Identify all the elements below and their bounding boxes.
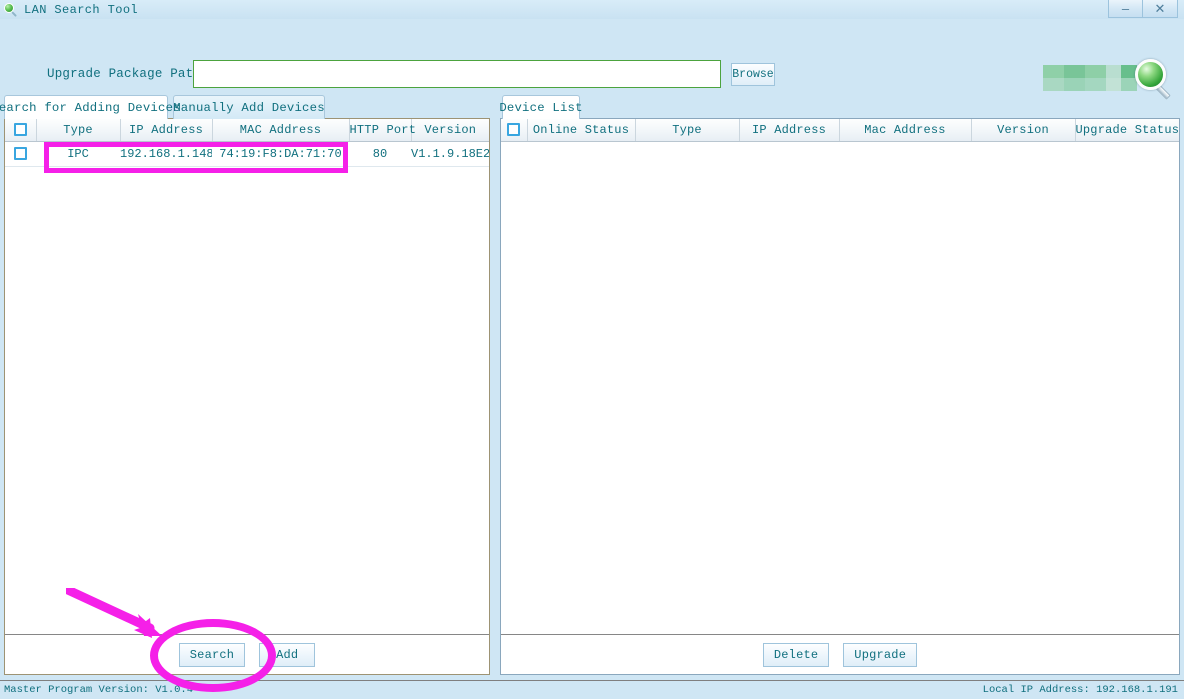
upgrade-path-row: Upgrade Package Path: Browse bbox=[0, 19, 1184, 100]
tab-manually-add-devices[interactable]: Manually Add Devices bbox=[173, 95, 325, 119]
close-button[interactable]: ✕ bbox=[1143, 0, 1178, 18]
browse-button[interactable]: Browse bbox=[731, 63, 775, 86]
status-local-ip: Local IP Address: 192.168.1.191 bbox=[982, 684, 1178, 696]
select-all-checkbox[interactable] bbox=[507, 123, 521, 137]
column-header-mac-address[interactable]: Mac Address bbox=[839, 119, 972, 142]
status-master-version: Master Program Version: V1.0.4 bbox=[4, 684, 194, 696]
cell-type: IPC bbox=[36, 141, 120, 167]
column-header-ip-address[interactable]: IP Address bbox=[120, 119, 213, 142]
title-bar: LAN Search Tool – ✕ bbox=[0, 0, 1184, 19]
window-title: LAN Search Tool bbox=[24, 2, 139, 17]
search-button[interactable]: Search bbox=[178, 642, 246, 667]
column-header-http-port[interactable]: HTTP Port bbox=[349, 119, 416, 142]
add-button[interactable]: Add bbox=[259, 642, 316, 667]
row-checkbox[interactable] bbox=[14, 147, 27, 161]
discovered-devices-table: Type IP Address MAC Address HTTP Port Ve… bbox=[5, 119, 489, 167]
delete-button[interactable]: Delete bbox=[762, 642, 830, 667]
device-list-table: Online Status Type IP Address Mac Addres… bbox=[501, 119, 1179, 142]
cell-mac-address: 74:19:F8:DA:71:70 bbox=[212, 141, 349, 167]
select-all-header bbox=[501, 119, 528, 142]
column-header-mac-address[interactable]: MAC Address bbox=[212, 119, 350, 142]
tab-search-for-adding-devices[interactable]: Search for Adding Devices bbox=[0, 95, 181, 119]
cell-version: V1.1.9.18E2... bbox=[411, 141, 489, 167]
cell-http-port: 80 bbox=[349, 141, 411, 167]
mosaic-logo-text bbox=[1043, 65, 1137, 91]
column-header-type[interactable]: Type bbox=[635, 119, 740, 142]
status-bar: Master Program Version: V1.0.4 Local IP … bbox=[0, 680, 1184, 699]
table-row[interactable]: IPC 192.168.1.148 74:19:F8:DA:71:70 80 V… bbox=[5, 141, 489, 167]
column-header-ip-address[interactable]: IP Address bbox=[739, 119, 840, 142]
minimize-button[interactable]: – bbox=[1108, 0, 1143, 18]
magnifier-icon bbox=[4, 2, 18, 17]
right-panel: Device List Online Status Type IP Addres… bbox=[499, 95, 1180, 675]
tab-label: Manually Add Devices bbox=[173, 100, 325, 115]
right-panel-body: Online Status Type IP Address Mac Addres… bbox=[500, 118, 1180, 675]
column-header-version[interactable]: Version bbox=[411, 119, 489, 142]
lan-search-tool-window: LAN Search Tool – ✕ Upgrade Package Path… bbox=[0, 0, 1184, 699]
table-header-row: Online Status Type IP Address Mac Addres… bbox=[501, 119, 1179, 142]
row-select-cell bbox=[5, 141, 36, 167]
upgrade-path-label: Upgrade Package Path: bbox=[47, 67, 209, 81]
left-panel: Search for Adding Devices Manually Add D… bbox=[0, 95, 490, 675]
tab-device-list[interactable]: Device List bbox=[499, 95, 583, 119]
column-header-type[interactable]: Type bbox=[36, 119, 121, 142]
table-header-row: Type IP Address MAC Address HTTP Port Ve… bbox=[5, 119, 489, 142]
column-header-upgrade-status[interactable]: Upgrade Status bbox=[1075, 119, 1179, 142]
window-controls: – ✕ bbox=[1108, 0, 1178, 18]
select-all-checkbox[interactable] bbox=[13, 123, 27, 137]
left-button-bar: Search Add bbox=[5, 634, 489, 674]
tab-label: Device List bbox=[499, 100, 583, 115]
tab-label: Search for Adding Devices bbox=[0, 100, 181, 115]
right-button-bar: Delete Upgrade bbox=[501, 634, 1179, 674]
cell-ip-address: 192.168.1.148 bbox=[120, 141, 212, 167]
select-all-header bbox=[5, 119, 37, 142]
column-header-version[interactable]: Version bbox=[971, 119, 1076, 142]
left-panel-body: Type IP Address MAC Address HTTP Port Ve… bbox=[4, 118, 490, 675]
upgrade-path-input[interactable] bbox=[193, 60, 721, 88]
column-header-online-status[interactable]: Online Status bbox=[527, 119, 636, 142]
upgrade-button[interactable]: Upgrade bbox=[843, 642, 918, 667]
